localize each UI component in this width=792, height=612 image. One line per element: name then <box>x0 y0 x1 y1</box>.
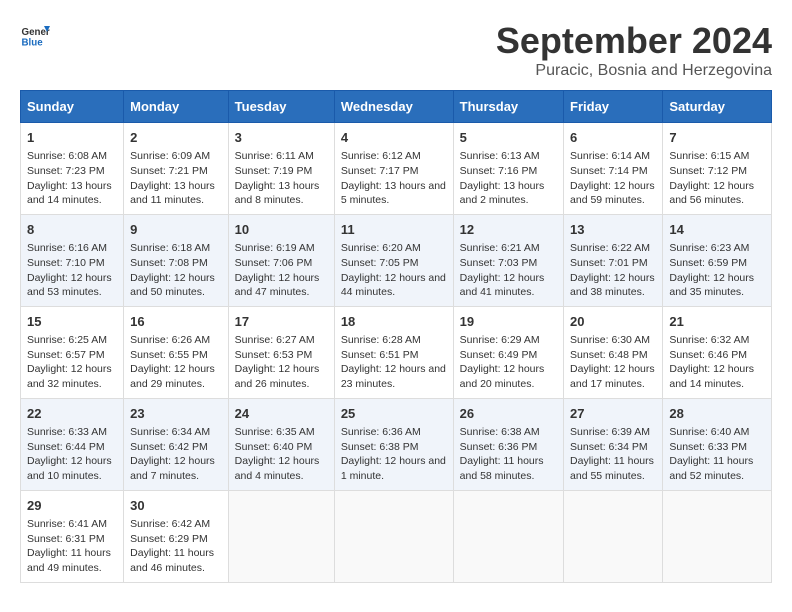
calendar-cell: 6Sunrise: 6:14 AMSunset: 7:14 PMDaylight… <box>564 123 663 215</box>
calendar-table: SundayMondayTuesdayWednesdayThursdayFrid… <box>20 90 772 583</box>
calendar-cell: 25Sunrise: 6:36 AMSunset: 6:38 PMDayligh… <box>334 398 453 490</box>
day-number: 5 <box>460 129 557 147</box>
day-number: 2 <box>130 129 222 147</box>
calendar-cell: 18Sunrise: 6:28 AMSunset: 6:51 PMDayligh… <box>334 306 453 398</box>
week-row-3: 15Sunrise: 6:25 AMSunset: 6:57 PMDayligh… <box>21 306 772 398</box>
day-number: 29 <box>27 497 117 515</box>
day-number: 23 <box>130 405 222 423</box>
calendar-header-row: SundayMondayTuesdayWednesdayThursdayFrid… <box>21 91 772 123</box>
calendar-cell: 17Sunrise: 6:27 AMSunset: 6:53 PMDayligh… <box>228 306 334 398</box>
day-number: 14 <box>669 221 765 239</box>
day-number: 13 <box>570 221 656 239</box>
day-number: 8 <box>27 221 117 239</box>
day-number: 12 <box>460 221 557 239</box>
day-number: 21 <box>669 313 765 331</box>
logo: General Blue <box>20 20 50 50</box>
day-number: 24 <box>235 405 328 423</box>
calendar-cell: 22Sunrise: 6:33 AMSunset: 6:44 PMDayligh… <box>21 398 124 490</box>
calendar-cell: 1Sunrise: 6:08 AMSunset: 7:23 PMDaylight… <box>21 123 124 215</box>
calendar-cell: 15Sunrise: 6:25 AMSunset: 6:57 PMDayligh… <box>21 306 124 398</box>
calendar-cell: 29Sunrise: 6:41 AMSunset: 6:31 PMDayligh… <box>21 490 124 582</box>
day-number: 19 <box>460 313 557 331</box>
header-cell-wednesday: Wednesday <box>334 91 453 123</box>
calendar-cell: 16Sunrise: 6:26 AMSunset: 6:55 PMDayligh… <box>124 306 229 398</box>
calendar-cell <box>228 490 334 582</box>
logo-icon: General Blue <box>20 20 50 50</box>
calendar-cell: 13Sunrise: 6:22 AMSunset: 7:01 PMDayligh… <box>564 214 663 306</box>
week-row-4: 22Sunrise: 6:33 AMSunset: 6:44 PMDayligh… <box>21 398 772 490</box>
svg-text:Blue: Blue <box>22 38 44 49</box>
calendar-cell: 26Sunrise: 6:38 AMSunset: 6:36 PMDayligh… <box>453 398 563 490</box>
calendar-cell: 7Sunrise: 6:15 AMSunset: 7:12 PMDaylight… <box>663 123 772 215</box>
calendar-cell <box>564 490 663 582</box>
day-number: 17 <box>235 313 328 331</box>
calendar-cell: 2Sunrise: 6:09 AMSunset: 7:21 PMDaylight… <box>124 123 229 215</box>
calendar-cell: 9Sunrise: 6:18 AMSunset: 7:08 PMDaylight… <box>124 214 229 306</box>
calendar-cell <box>453 490 563 582</box>
calendar-cell: 14Sunrise: 6:23 AMSunset: 6:59 PMDayligh… <box>663 214 772 306</box>
day-number: 30 <box>130 497 222 515</box>
day-number: 16 <box>130 313 222 331</box>
day-number: 15 <box>27 313 117 331</box>
header-cell-saturday: Saturday <box>663 91 772 123</box>
calendar-cell: 24Sunrise: 6:35 AMSunset: 6:40 PMDayligh… <box>228 398 334 490</box>
header-cell-tuesday: Tuesday <box>228 91 334 123</box>
page-subtitle: Puracic, Bosnia and Herzegovina <box>496 62 772 80</box>
header-cell-thursday: Thursday <box>453 91 563 123</box>
calendar-cell: 11Sunrise: 6:20 AMSunset: 7:05 PMDayligh… <box>334 214 453 306</box>
day-number: 4 <box>341 129 447 147</box>
day-number: 22 <box>27 405 117 423</box>
calendar-cell <box>663 490 772 582</box>
day-number: 25 <box>341 405 447 423</box>
header-cell-sunday: Sunday <box>21 91 124 123</box>
day-number: 7 <box>669 129 765 147</box>
calendar-cell: 20Sunrise: 6:30 AMSunset: 6:48 PMDayligh… <box>564 306 663 398</box>
header-cell-monday: Monday <box>124 91 229 123</box>
calendar-cell: 30Sunrise: 6:42 AMSunset: 6:29 PMDayligh… <box>124 490 229 582</box>
calendar-cell: 23Sunrise: 6:34 AMSunset: 6:42 PMDayligh… <box>124 398 229 490</box>
day-number: 10 <box>235 221 328 239</box>
header-cell-friday: Friday <box>564 91 663 123</box>
day-number: 3 <box>235 129 328 147</box>
day-number: 18 <box>341 313 447 331</box>
calendar-cell: 27Sunrise: 6:39 AMSunset: 6:34 PMDayligh… <box>564 398 663 490</box>
day-number: 28 <box>669 405 765 423</box>
calendar-cell: 28Sunrise: 6:40 AMSunset: 6:33 PMDayligh… <box>663 398 772 490</box>
page-header: General Blue September 2024 Puracic, Bos… <box>20 20 772 80</box>
week-row-1: 1Sunrise: 6:08 AMSunset: 7:23 PMDaylight… <box>21 123 772 215</box>
day-number: 6 <box>570 129 656 147</box>
calendar-cell: 4Sunrise: 6:12 AMSunset: 7:17 PMDaylight… <box>334 123 453 215</box>
week-row-2: 8Sunrise: 6:16 AMSunset: 7:10 PMDaylight… <box>21 214 772 306</box>
day-number: 27 <box>570 405 656 423</box>
day-number: 11 <box>341 221 447 239</box>
calendar-cell: 21Sunrise: 6:32 AMSunset: 6:46 PMDayligh… <box>663 306 772 398</box>
calendar-cell: 12Sunrise: 6:21 AMSunset: 7:03 PMDayligh… <box>453 214 563 306</box>
day-number: 26 <box>460 405 557 423</box>
title-section: September 2024 Puracic, Bosnia and Herze… <box>496 20 772 80</box>
day-number: 20 <box>570 313 656 331</box>
calendar-cell: 8Sunrise: 6:16 AMSunset: 7:10 PMDaylight… <box>21 214 124 306</box>
page-title: September 2024 <box>496 20 772 62</box>
calendar-cell: 19Sunrise: 6:29 AMSunset: 6:49 PMDayligh… <box>453 306 563 398</box>
day-number: 9 <box>130 221 222 239</box>
calendar-cell: 3Sunrise: 6:11 AMSunset: 7:19 PMDaylight… <box>228 123 334 215</box>
week-row-5: 29Sunrise: 6:41 AMSunset: 6:31 PMDayligh… <box>21 490 772 582</box>
calendar-cell: 5Sunrise: 6:13 AMSunset: 7:16 PMDaylight… <box>453 123 563 215</box>
calendar-cell: 10Sunrise: 6:19 AMSunset: 7:06 PMDayligh… <box>228 214 334 306</box>
day-number: 1 <box>27 129 117 147</box>
calendar-cell <box>334 490 453 582</box>
